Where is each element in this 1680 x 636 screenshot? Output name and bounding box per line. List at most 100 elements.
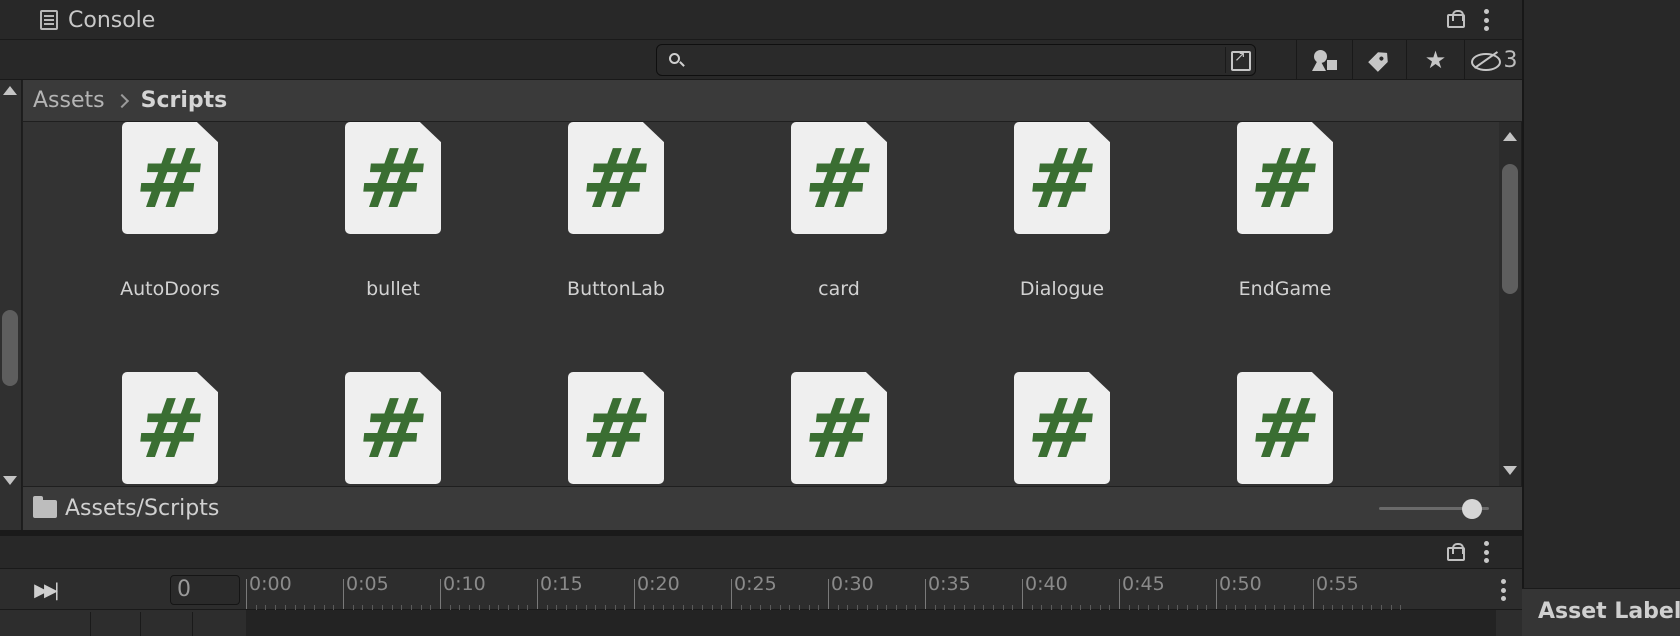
asset-grid-scroll-thumb[interactable] xyxy=(1502,164,1518,294)
ruler-major-tick xyxy=(1216,579,1217,609)
ruler-time-label: 0:25 xyxy=(734,573,777,595)
project-toolbar: ★ 3 xyxy=(0,40,1522,80)
asset-item[interactable]: # ButtonLab xyxy=(506,122,726,300)
shapes-icon xyxy=(1311,48,1338,72)
filter-by-label-button[interactable] xyxy=(1352,40,1406,80)
asset-label: EndGame xyxy=(1238,278,1332,300)
lock-icon[interactable] xyxy=(1446,543,1465,561)
search-field[interactable] xyxy=(656,44,1256,76)
hidden-packages-count: 3 xyxy=(1503,47,1518,73)
ruler-major-tick xyxy=(828,579,829,609)
ruler-time-label: 0:35 xyxy=(928,573,971,595)
breadcrumb: Assets Scripts xyxy=(23,80,1522,122)
asset-item[interactable]: # EndGame xyxy=(1175,122,1395,300)
csharp-script-icon: # xyxy=(122,122,218,234)
keyframe-diamond-icon[interactable] xyxy=(140,612,180,636)
asset-item[interactable]: # xyxy=(952,372,1172,484)
path-status-bar: Assets/Scripts xyxy=(23,486,1522,530)
ruler-major-tick xyxy=(537,579,538,609)
ruler-major-tick xyxy=(246,579,247,609)
ruler-time-label: 0:30 xyxy=(831,573,874,595)
folder-tree-pane[interactable] xyxy=(0,80,22,530)
breadcrumb-assets[interactable]: Assets xyxy=(33,88,105,113)
favorites-button[interactable]: ★ xyxy=(1406,40,1464,80)
ruler-options-icon[interactable] xyxy=(1500,579,1506,601)
ruler-time-label: 0:50 xyxy=(1219,573,1262,595)
search-input[interactable] xyxy=(689,47,1189,73)
more-options-icon[interactable] xyxy=(1483,9,1489,31)
asset-grid: # AutoDoors # bullet # ButtonLab # card … xyxy=(23,122,1499,486)
asset-item[interactable]: # AutoDoors xyxy=(60,122,280,300)
asset-labels-header[interactable]: Asset Label xyxy=(1522,588,1680,636)
search-icon xyxy=(669,53,680,64)
csharp-script-icon: # xyxy=(568,372,664,484)
inspector-panel xyxy=(1522,0,1680,636)
slider-thumb[interactable] xyxy=(1462,499,1482,519)
eye-hidden-icon xyxy=(1470,51,1501,71)
more-options-icon[interactable] xyxy=(1483,541,1489,563)
asset-item[interactable]: # xyxy=(506,372,726,484)
folder-icon xyxy=(33,495,57,518)
ruler-time-label: 0:00 xyxy=(249,573,292,595)
ruler-major-tick xyxy=(1022,579,1023,609)
asset-label: bullet xyxy=(366,278,420,300)
tag-icon xyxy=(1367,48,1391,72)
asset-item[interactable]: # Dialogue xyxy=(952,122,1172,300)
ruler-major-tick xyxy=(1313,579,1314,609)
filter-by-type-button[interactable] xyxy=(1296,40,1352,80)
console-tab[interactable]: Console xyxy=(40,6,155,34)
asset-item[interactable]: # xyxy=(283,372,503,484)
csharp-script-icon: # xyxy=(345,122,441,234)
ruler-major-tick xyxy=(440,579,441,609)
scroll-up-arrow-icon[interactable] xyxy=(1503,132,1517,141)
asset-label: ButtonLab xyxy=(567,278,665,300)
search-popout-icon[interactable] xyxy=(1225,47,1253,73)
scroll-down-arrow-icon[interactable] xyxy=(1503,466,1517,475)
ruler-major-tick xyxy=(1119,579,1120,609)
add-event-icon[interactable] xyxy=(192,612,232,636)
chevron-right-icon xyxy=(114,93,129,108)
asset-grid-scrollbar[interactable] xyxy=(1499,122,1521,486)
csharp-script-icon: # xyxy=(345,372,441,484)
console-tab-header: Console xyxy=(0,0,1522,40)
timeline-toolbar: ▶▶| 0 0:00 0:05 0:10 0:15 0:20 0:25 0:30 0:35 0:… xyxy=(0,568,1522,611)
csharp-script-icon: # xyxy=(1237,122,1333,234)
ruler-time-label: 0:15 xyxy=(540,573,583,595)
asset-item[interactable]: # bullet xyxy=(283,122,503,300)
asset-label: Dialogue xyxy=(1019,278,1105,300)
ruler-major-tick xyxy=(731,579,732,609)
asset-label: card xyxy=(818,278,860,300)
frame-field[interactable]: 0 xyxy=(170,575,240,605)
csharp-script-icon: # xyxy=(1014,372,1110,484)
ruler-major-tick xyxy=(343,579,344,609)
csharp-script-icon: # xyxy=(791,372,887,484)
csharp-script-icon: # xyxy=(1014,122,1110,234)
ruler-time-label: 0:05 xyxy=(346,573,389,595)
folder-tree-scroll-thumb[interactable] xyxy=(2,310,18,386)
ruler-time-label: 0:55 xyxy=(1316,573,1359,595)
timeline-tab-header xyxy=(0,536,1522,568)
console-title: Console xyxy=(68,7,156,33)
icon-size-slider[interactable] xyxy=(1379,499,1489,519)
csharp-script-icon: # xyxy=(122,372,218,484)
add-keyframe-icon[interactable] xyxy=(90,612,130,636)
ruler-time-label: 0:45 xyxy=(1122,573,1165,595)
star-icon: ★ xyxy=(1424,46,1447,74)
ruler-time-label: 0:20 xyxy=(637,573,680,595)
ruler-time-label: 0:10 xyxy=(443,573,486,595)
asset-item[interactable]: # card xyxy=(729,122,949,300)
asset-item[interactable]: # xyxy=(60,372,280,484)
hidden-packages-toggle[interactable]: 3 xyxy=(1464,40,1522,80)
scroll-down-arrow-icon[interactable] xyxy=(3,476,17,485)
csharp-script-icon: # xyxy=(1237,372,1333,484)
scroll-up-arrow-icon[interactable] xyxy=(3,86,17,95)
time-ruler[interactable]: 0:00 0:05 0:10 0:15 0:20 0:25 0:30 0:35 0:40 0:45… xyxy=(246,569,1496,611)
timeline-tracks[interactable] xyxy=(246,610,1496,636)
breadcrumb-scripts[interactable]: Scripts xyxy=(141,88,228,113)
csharp-script-icon: # xyxy=(791,122,887,234)
lock-icon[interactable] xyxy=(1446,10,1465,28)
asset-item[interactable]: # xyxy=(1175,372,1395,484)
asset-item[interactable]: # xyxy=(729,372,949,484)
console-icon xyxy=(40,10,58,30)
skip-to-end-icon[interactable]: ▶▶| xyxy=(20,577,70,603)
